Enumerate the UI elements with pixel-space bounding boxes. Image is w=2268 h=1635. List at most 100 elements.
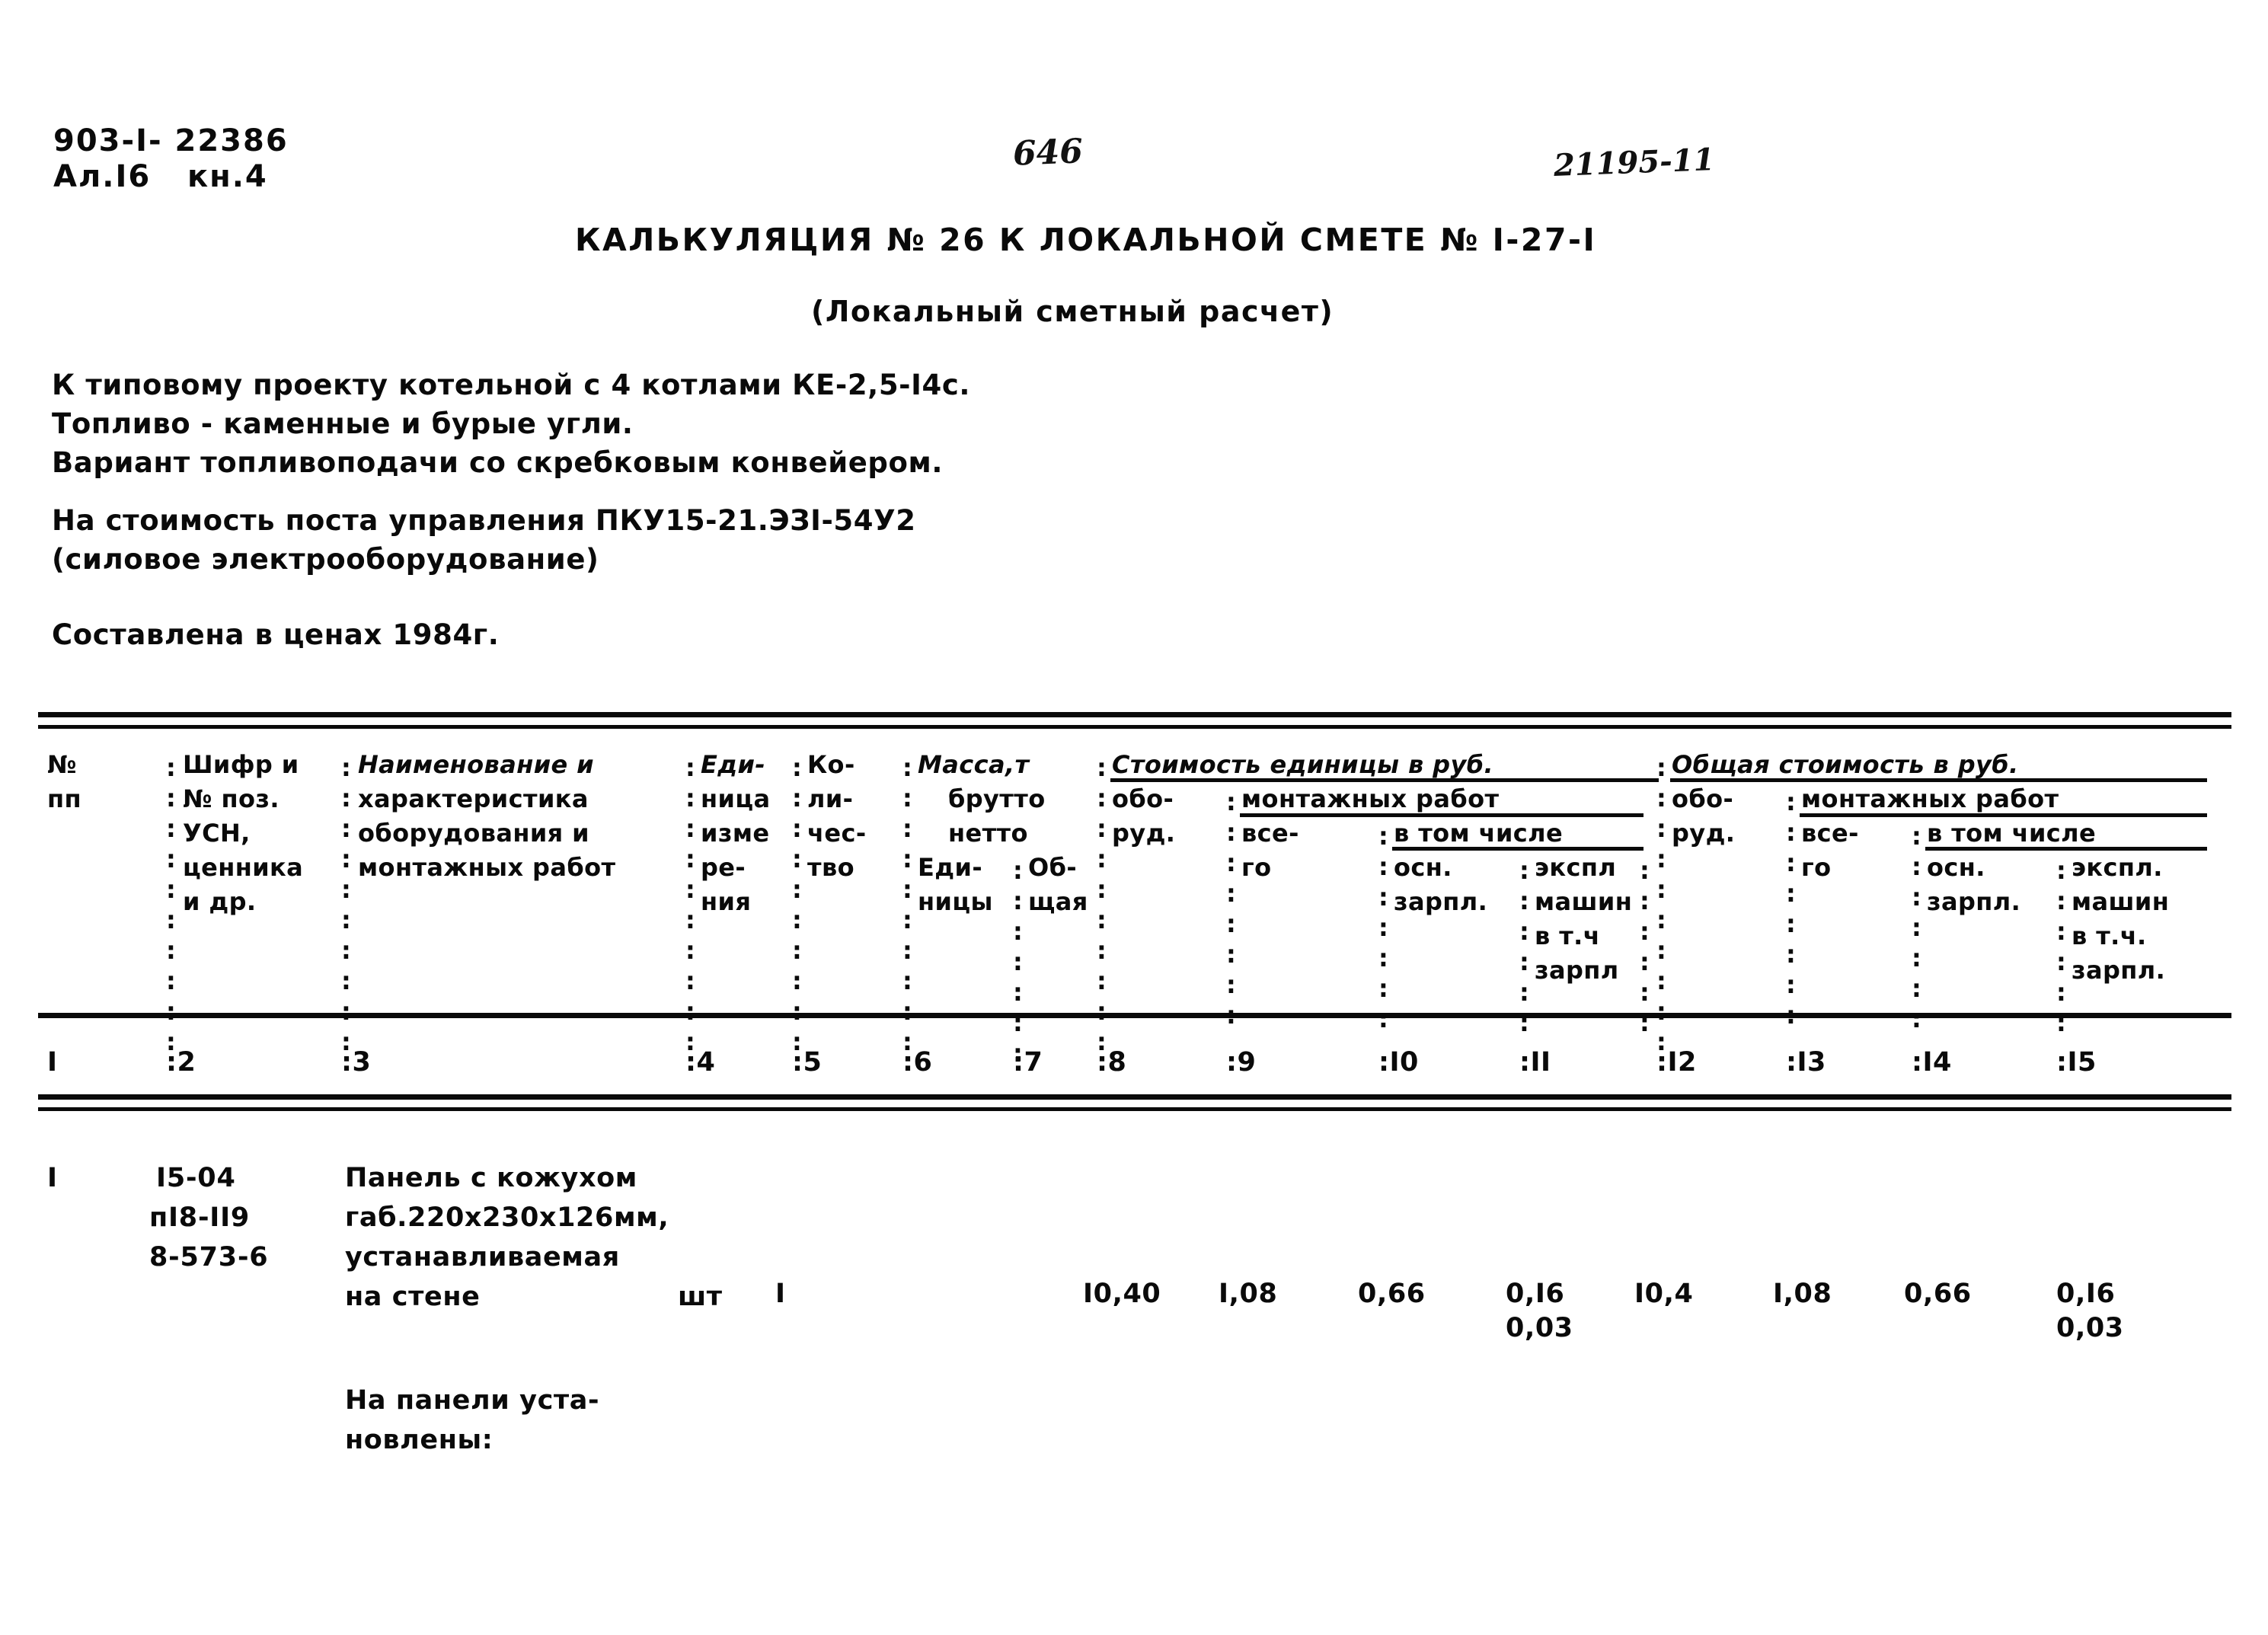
row1-code-3: 8-573-6 <box>149 1242 269 1273</box>
document-subtitle: (Локальный сметный расчет) <box>811 295 1334 328</box>
colnum-bottom-rule-upper <box>38 1094 2231 1100</box>
header-mass-group: Масса,т <box>918 750 1030 779</box>
header-col3-line3: оборудования и <box>358 819 589 848</box>
row1-name-line2: габ.220х230х126мм, <box>345 1202 669 1233</box>
header-col2-line2: № поз. <box>183 784 280 813</box>
header-col2-line3: УСН, <box>183 819 251 848</box>
header-sep-col6: : : : : : : : : : : <box>902 753 912 1056</box>
header-col3-line4: монтажных работ <box>358 853 616 882</box>
header-col2-line5: и др. <box>183 887 257 916</box>
table-top-rule-lower <box>38 725 2231 729</box>
header-col15-line4: зарпл. <box>2072 956 2166 985</box>
colnum-bottom-rule-lower <box>38 1107 2231 1111</box>
stamp-code-line1: 903-I- 22386 <box>53 123 289 158</box>
column-number-3: :3 <box>341 1047 372 1078</box>
scope-line-2: (силовое электрооборудование) <box>52 543 599 576</box>
header-group-total-cost: Общая стоимость в руб. <box>1672 750 2019 779</box>
column-number-11: :II <box>1519 1047 1551 1078</box>
header-bottom-rule <box>38 1013 2231 1018</box>
header-col10-line2: зарпл. <box>1394 887 1488 916</box>
header-col8-line2: руд. <box>1112 819 1176 848</box>
header-col4-line5: ния <box>701 887 752 916</box>
header-group-unit-cost: Стоимость единицы в руб. <box>1112 750 1494 779</box>
header-col2-line4: ценника <box>183 853 304 882</box>
header-sep-col12: : : : : : : : : : : <box>1656 753 1666 1056</box>
document-title: КАЛЬКУЛЯЦИЯ № 26 К ЛОКАЛЬНОЙ СМЕТЕ № I-2… <box>575 222 1597 258</box>
column-number-2: :2 <box>166 1047 196 1078</box>
header-col9-line1: все- <box>1241 819 1299 848</box>
row1-unit-install-total: I,08 <box>1219 1279 1278 1309</box>
header-sep-col11: : : : : : : <box>1519 856 1529 1037</box>
header-col1-line1: № <box>47 750 77 779</box>
header-group-total-install-underline <box>1800 813 2207 817</box>
header-col6-line1: Еди- <box>918 853 983 882</box>
document-page: 903-I- 22386 Ал.I6 кн.4 646 21195-11 КАЛ… <box>0 0 2268 1635</box>
column-number-8: :8 <box>1097 1047 1127 1078</box>
header-group-total-install: монтажных работ <box>1801 784 2059 813</box>
header-group-unit-including: в том числе <box>1394 819 1564 848</box>
header-sep-col13: : : : : : : : : <box>1786 787 1796 1030</box>
header-col5-line1: Ко- <box>807 750 855 779</box>
row1-unit-install-machines: 0,I6 <box>1506 1279 1565 1309</box>
header-sep-col3: : : : : : : : : : : <box>341 753 351 1056</box>
header-group-unit-install: монтажных работ <box>1241 784 1500 813</box>
header-col5-line2: ли- <box>807 784 854 813</box>
price-basis: Составлена в ценах 1984г. <box>52 618 500 651</box>
row1-total-equipment-cost: I0,4 <box>1634 1279 1694 1309</box>
header-col10-line1: осн. <box>1394 853 1452 882</box>
header-col12-line2: руд. <box>1672 819 1736 848</box>
header-col6-line2: ницы <box>918 887 993 916</box>
column-number-13: :I3 <box>1786 1047 1826 1078</box>
intro-line-1: К типовому проекту котельной с 4 котлами… <box>52 369 971 401</box>
header-mass-brutto: брутто <box>948 784 1046 813</box>
footer-note-line1: На панели уста- <box>345 1385 600 1416</box>
column-number-12: :I2 <box>1656 1047 1697 1078</box>
column-number-6: :6 <box>902 1047 933 1078</box>
archive-number-handwritten: 21195-11 <box>1553 141 1716 184</box>
header-sep-col14: : : : : : : : <box>1912 822 1921 1033</box>
row1-number: I <box>47 1163 58 1193</box>
column-number-9: :9 <box>1226 1047 1257 1078</box>
header-col11-line1: экспл <box>1535 853 1617 882</box>
header-col2-line1: Шифр и <box>183 750 299 779</box>
column-number-14: :I4 <box>1912 1047 1952 1078</box>
header-group-unit-install-underline <box>1240 813 1644 817</box>
row1-total-install-salary: 0,66 <box>1904 1279 1972 1309</box>
header-sep-col4: : : : : : : : : : : <box>685 753 695 1056</box>
row1-unit-install-salary: 0,66 <box>1358 1279 1426 1309</box>
row1-code-2: пI8-II9 <box>149 1202 251 1233</box>
header-group-total-including-underline <box>1925 847 2207 851</box>
header-col1-line2: пп <box>47 784 82 813</box>
row1-unit-install-machines-salary: 0,03 <box>1506 1313 1573 1343</box>
header-sep-col15: : : : : : : <box>2056 856 2066 1037</box>
header-sep-col2: : : : : : : : : : : <box>166 753 176 1056</box>
header-col15-line1: экспл. <box>2072 853 2163 882</box>
header-col3-line2: характеристика <box>358 784 589 813</box>
row1-total-install-machines: 0,I6 <box>2056 1279 2116 1309</box>
header-sep-col5: : : : : : : : : : : <box>792 753 802 1056</box>
header-group-total-including: в том числе <box>1927 819 2097 848</box>
row1-name-line1: Панель с кожухом <box>345 1163 637 1193</box>
header-col14-line1: осн. <box>1927 853 1985 882</box>
column-number-15: :I5 <box>2056 1047 2097 1078</box>
column-number-7: :7 <box>1013 1047 1043 1078</box>
header-col5-line3: чес- <box>807 819 867 848</box>
header-col13-line2: го <box>1801 853 1832 882</box>
row1-name-line4: на стене <box>345 1282 481 1312</box>
column-number-4: :4 <box>685 1047 716 1078</box>
header-col11-line4: зарпл <box>1535 956 1619 985</box>
header-col7-line2: щая <box>1028 887 1088 916</box>
row1-quantity: I <box>775 1279 786 1309</box>
header-mass-netto: нетто <box>948 819 1028 848</box>
header-col12-line1: обо- <box>1672 784 1734 813</box>
stamp-code-line2: Ал.I6 кн.4 <box>53 159 268 194</box>
row1-name-line3: устанавливаемая <box>345 1242 620 1273</box>
row1-unit: шт <box>678 1282 723 1312</box>
header-col15-line3: в т.ч. <box>2072 921 2147 950</box>
header-col4-line1: Еди- <box>701 750 766 779</box>
column-number-10: :I0 <box>1378 1047 1419 1078</box>
header-col14-line2: зарпл. <box>1927 887 2021 916</box>
intro-line-2: Топливо - каменные и бурые угли. <box>52 407 634 440</box>
column-number-5: :5 <box>792 1047 823 1078</box>
header-col15-line2: машин <box>2072 887 2170 916</box>
